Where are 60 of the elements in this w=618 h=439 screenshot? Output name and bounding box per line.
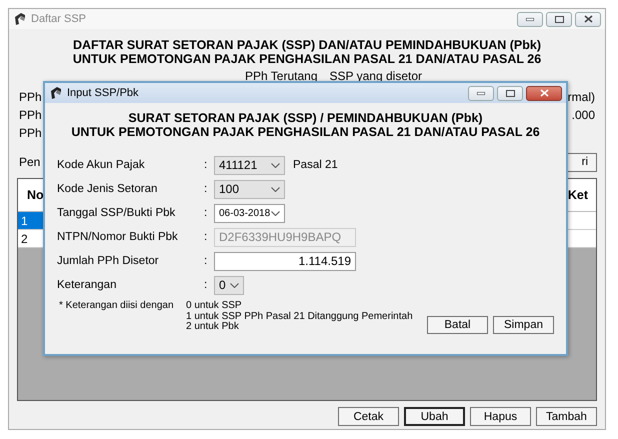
field-label: NTPN/Nomor Bukti Pbk xyxy=(57,231,179,243)
action-button[interactable]: Hapus xyxy=(470,407,531,426)
minimize-icon xyxy=(526,18,534,20)
report-heading: UNTUK PEMOTONGAN PAJAK PENGHASILAN PASAL 21 DAN/ATAU PASAL 26 xyxy=(72,52,542,66)
dialog-title: Input SSP/Pbk xyxy=(67,87,139,99)
caret-icon xyxy=(271,186,280,192)
field-label: Tanggal SSP/Bukti Pbk xyxy=(57,207,176,219)
summary-label: PPh xyxy=(19,108,42,122)
app-icon xyxy=(49,86,63,100)
caret-icon xyxy=(230,282,239,288)
close-button[interactable] xyxy=(526,86,562,100)
dialog-button[interactable]: Simpan xyxy=(493,316,554,334)
caret-icon xyxy=(271,210,280,216)
summary-value: .000 xyxy=(572,108,595,122)
colon: : xyxy=(204,279,208,291)
report-heading: DAFTAR SURAT SETORAN PAJAK (SSP) DAN/ATAU PEMINDAHBUKUAN (Pbk) xyxy=(72,38,542,52)
action-button[interactable]: Tambah xyxy=(536,407,597,426)
summary-label: PPh xyxy=(19,90,42,104)
summary-label: PPh xyxy=(19,126,42,140)
close-icon xyxy=(540,89,548,97)
dropdown[interactable]: 100 xyxy=(214,180,285,198)
maximize-button[interactable] xyxy=(497,86,523,100)
account-name: Pasal 21 xyxy=(293,159,338,171)
summary-value: rmal) xyxy=(568,90,595,104)
colon: : xyxy=(204,255,208,267)
dropdown[interactable]: 411121 xyxy=(214,156,285,174)
note-line: 1 untuk SSP PPh Pasal 21 Ditanggung Pemerintah xyxy=(186,312,413,322)
caret-icon xyxy=(271,162,280,168)
field-label: Kode Akun Pajak xyxy=(57,159,146,171)
dialog-button[interactable]: Batal xyxy=(427,316,488,334)
search-label: Pen xyxy=(19,155,40,169)
field-label: Jumlah PPh Disetor xyxy=(57,255,160,267)
action-button[interactable]: Ubah xyxy=(404,407,465,426)
table-cell[interactable]: 2 xyxy=(18,230,44,247)
app-icon xyxy=(13,12,27,26)
minimize-icon xyxy=(477,92,485,94)
colon: : xyxy=(204,159,208,171)
window-title: Daftar SSP xyxy=(31,13,86,25)
colon: : xyxy=(204,207,208,219)
dropdown[interactable]: 0 xyxy=(214,276,244,294)
input-field[interactable]: 1.114.519 xyxy=(214,252,356,270)
maximize-icon xyxy=(554,16,564,22)
dropdown[interactable]: 06-03-2018 xyxy=(214,204,285,222)
field-label: Keterangan xyxy=(57,279,118,291)
close-icon xyxy=(584,15,592,23)
minimize-button[interactable] xyxy=(468,86,494,100)
colon: : xyxy=(204,183,208,195)
form-heading: SURAT SETORAN PAJAK (SSP) / PEMINDAHBUKUAN (Pbk) xyxy=(127,111,484,125)
note-line: 2 untuk Pbk xyxy=(186,322,240,332)
column-header: No xyxy=(26,188,44,202)
column-header: Ket xyxy=(568,188,589,202)
column-label: PPh Terutang xyxy=(245,69,318,83)
colon: : xyxy=(204,231,208,243)
action-button[interactable]: Cetak xyxy=(338,407,399,426)
maximize-icon xyxy=(506,90,514,96)
field-label: Kode Jenis Setoran xyxy=(57,183,158,195)
note-line: 0 untuk SSP xyxy=(186,301,243,312)
note-label: * Keterangan diisi dengan xyxy=(58,301,175,313)
table-cell[interactable]: 1 xyxy=(18,212,44,229)
form-heading: UNTUK PEMOTONGAN PAJAK PENGHASILAN PASAL 21 DAN/ATAU PASAL 26 xyxy=(70,125,541,139)
